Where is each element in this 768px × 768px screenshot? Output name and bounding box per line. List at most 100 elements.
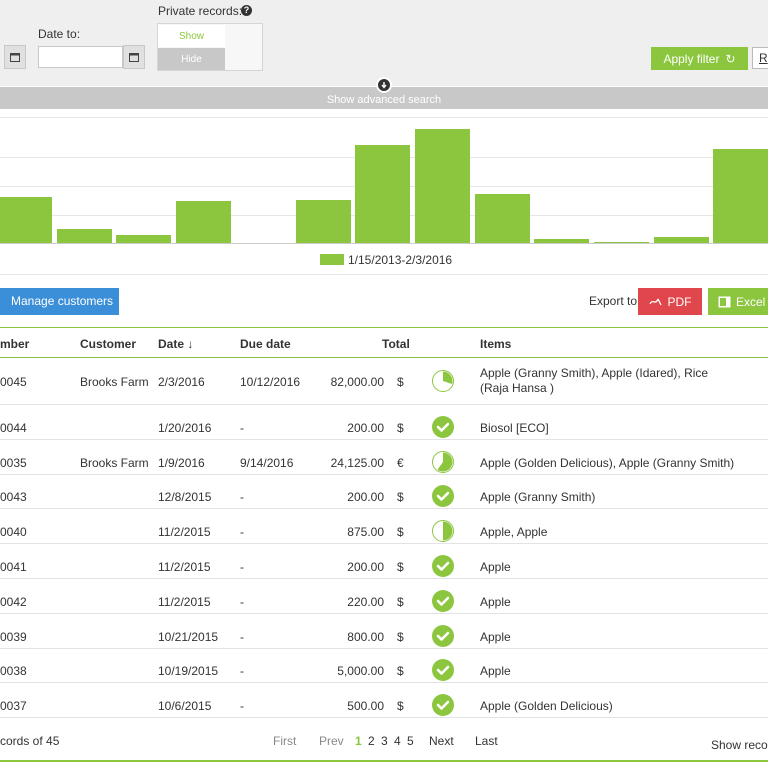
check-circle-icon [432, 555, 454, 577]
currency: $ [397, 699, 404, 713]
due-date: - [240, 421, 244, 435]
column-header-date[interactable]: Date ↓ [158, 337, 193, 351]
record-number: 0037 [0, 699, 27, 713]
private-hide-option[interactable]: Hide [158, 48, 225, 70]
pagination-page-5[interactable]: 5 [407, 734, 414, 748]
date-from-calendar-button[interactable] [4, 45, 26, 69]
calendar-icon [129, 53, 139, 62]
pagination-first[interactable]: First [273, 734, 296, 748]
table-row[interactable]: 0035 Brooks Farm 1/9/2016 9/14/2016 24,125.0… [0, 440, 768, 475]
items: Apple [480, 560, 511, 574]
record-date: 1/9/2016 [158, 456, 205, 470]
apply-filter-button[interactable]: Apply filter ↻ [651, 47, 748, 70]
pagination-page-2[interactable]: 2 [368, 734, 375, 748]
record-date: 2/3/2016 [158, 375, 205, 389]
record-date: 10/19/2015 [158, 664, 219, 678]
table-row[interactable]: 0037 10/6/2015 - 500.00 $ Apple (Golden Delic… [0, 683, 768, 718]
due-date: - [240, 699, 244, 713]
currency: $ [397, 630, 404, 644]
due-date: - [240, 490, 244, 504]
pagination-prev[interactable]: Prev [319, 734, 344, 748]
record-date: 11/2/2015 [158, 525, 211, 539]
due-date: - [240, 630, 244, 644]
column-header-due-date[interactable]: Due date [240, 337, 291, 351]
date-to-label: Date to: [38, 27, 81, 41]
total-amount: 82,000.00 [330, 375, 384, 389]
due-date: - [240, 595, 244, 609]
export-excel-button[interactable]: Excel [708, 288, 768, 315]
items: Apple (Golden Delicious), Apple (Granny … [480, 456, 735, 470]
pagination-page-3[interactable]: 3 [381, 734, 388, 748]
column-header-number[interactable]: mber [0, 337, 29, 351]
table-row[interactable]: 0043 12/8/2015 - 200.00 $ Apple (Granny Smith… [0, 474, 768, 509]
date-to-calendar-button[interactable] [123, 45, 145, 69]
currency: $ [397, 595, 404, 609]
due-date: - [240, 525, 244, 539]
pagination-last[interactable]: Last [475, 734, 498, 748]
legend-swatch [320, 254, 344, 265]
currency: € [397, 456, 404, 470]
pagination-page-4[interactable]: 4 [394, 734, 401, 748]
table-bottom-border [0, 760, 768, 762]
table-row[interactable]: 0039 10/21/2015 - 800.00 $ Apple [0, 614, 768, 649]
table-row[interactable]: 0041 11/2/2015 - 200.00 $ Apple [0, 544, 768, 579]
column-header-total[interactable]: Total [382, 337, 410, 351]
record-date: 10/6/2015 [158, 699, 212, 713]
chart-bar [415, 129, 470, 243]
chart-bar [0, 197, 52, 243]
total-amount: 24,125.00 [330, 456, 384, 470]
export-to-label: Export to: [589, 294, 641, 308]
export-pdf-button[interactable]: PDF [638, 288, 702, 315]
record-number: 0041 [0, 560, 27, 574]
chart-divider [0, 274, 768, 275]
reset-button[interactable]: R [752, 47, 768, 69]
pagination-next[interactable]: Next [429, 734, 454, 748]
record-number: 0045 [0, 375, 27, 389]
table-row[interactable]: 0040 11/2/2015 - 875.00 $ Apple, Apple [0, 509, 768, 544]
items: Biosol [ECO] [480, 421, 549, 435]
total-amount: 220.00 [347, 595, 384, 609]
due-date: 10/12/2016 [240, 375, 301, 389]
filter-bar [0, 0, 768, 86]
legend-label: 1/15/2013-2/3/2016 [348, 253, 453, 267]
table-row[interactable]: 0044 1/20/2016 - 200.00 $ Biosol [ECO] [0, 405, 768, 440]
items: Apple [480, 630, 511, 644]
date-to-input[interactable] [38, 46, 123, 68]
chart-bar [534, 239, 589, 243]
show-records-label[interactable]: Show recor [711, 738, 768, 752]
due-date: - [240, 664, 244, 678]
currency: $ [397, 490, 404, 504]
items: Apple (Golden Delicious) [480, 699, 613, 713]
column-header-customer[interactable]: Customer [80, 337, 136, 351]
chart-bar [713, 149, 768, 243]
table-row[interactable]: 0045 Brooks Farm 2/3/2016 10/12/2016 82,000.… [0, 358, 768, 405]
payment-progress-icon [432, 520, 454, 542]
column-header-items[interactable]: Items [480, 337, 511, 351]
pdf-label: PDF [667, 294, 692, 309]
record-date: 11/2/2015 [158, 560, 211, 574]
record-number: 0039 [0, 630, 27, 644]
items: Apple (Granny Smith), Apple (Idared), Ri… [480, 366, 709, 395]
pdf-icon [648, 298, 662, 305]
items: Apple (Granny Smith) [480, 490, 596, 504]
chart-bar [296, 200, 351, 243]
table-row[interactable]: 0042 11/2/2015 - 220.00 $ Apple [0, 579, 768, 614]
total-amount: 500.00 [347, 699, 384, 713]
chart-bar [355, 145, 410, 243]
chart-bar [594, 242, 649, 243]
table-row[interactable]: 0038 10/19/2015 - 5,000.00 $ Apple [0, 648, 768, 683]
total-amount: 5,000.00 [337, 664, 384, 678]
pagination-page-1[interactable]: 1 [355, 734, 362, 748]
manage-customers-button[interactable]: Manage customers [0, 288, 119, 315]
record-number: 0035 [0, 456, 27, 470]
check-circle-icon [432, 694, 454, 716]
help-icon[interactable]: ? [241, 5, 252, 16]
customer-name: Brooks Farm [80, 456, 149, 470]
total-amount: 800.00 [347, 630, 384, 644]
items: Apple [480, 664, 511, 678]
arrow-down-icon[interactable] [376, 77, 392, 93]
record-date: 11/2/2015 [158, 595, 211, 609]
record-date: 1/20/2016 [158, 421, 212, 435]
private-show-option[interactable]: Show [158, 25, 225, 47]
due-date: 9/14/2016 [240, 456, 294, 470]
